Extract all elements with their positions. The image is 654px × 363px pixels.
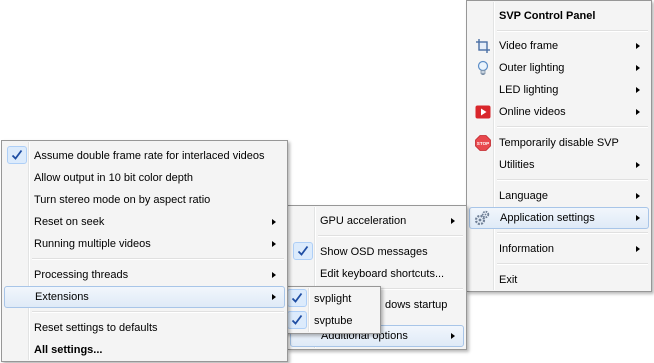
stop-sign-icon: STOP	[475, 135, 491, 151]
submenu-arrow-icon	[636, 87, 640, 93]
checkmark-icon	[287, 311, 307, 329]
menu-item-label: All settings...	[34, 344, 103, 356]
menu-item-application-settings[interactable]: Application settings	[469, 207, 649, 229]
additional-options-submenu: Assume double frame rate for interlaced …	[1, 140, 288, 362]
submenu-arrow-icon	[272, 219, 276, 225]
menu-item-label: Turn stereo mode on by aspect ratio	[34, 194, 211, 206]
submenu-arrow-icon	[636, 43, 640, 49]
menu-item-label: Running multiple videos	[34, 238, 151, 250]
separator	[497, 232, 648, 234]
menu-item-extensions[interactable]: Extensions	[4, 286, 285, 308]
separator	[497, 30, 648, 32]
checkmark-icon	[287, 289, 307, 307]
menu-item-label: dows startup	[385, 299, 448, 311]
menu-item-label: svplight	[314, 293, 352, 305]
separator	[497, 126, 648, 128]
menu-item-label: Online videos	[499, 106, 566, 118]
submenu-arrow-icon	[636, 246, 640, 252]
svp-control-panel-menu: SVP Control Panel Video frame Outer ligh…	[466, 0, 652, 292]
menu-item-assume-double-frame-rate[interactable]: Assume double frame rate for interlaced …	[4, 145, 285, 167]
menu-item-online-videos[interactable]: Online videos	[469, 101, 649, 123]
menu-item-outer-lighting[interactable]: Outer lighting	[469, 57, 649, 79]
menu-item-information[interactable]: Information	[469, 238, 649, 260]
control-panel-title-text: SVP Control Panel	[499, 10, 596, 22]
menu-item-label: Edit keyboard shortcuts...	[320, 268, 445, 280]
crop-frame-icon	[475, 38, 491, 54]
separator	[32, 311, 284, 313]
submenu-arrow-icon	[636, 109, 640, 115]
separator	[497, 179, 648, 181]
submenu-arrow-icon	[451, 218, 455, 224]
menu-item-utilities[interactable]: Utilities	[469, 154, 649, 176]
menu-item-label: GPU acceleration	[320, 215, 407, 227]
menu-item-svplight[interactable]: svplight	[284, 288, 378, 310]
menu-item-video-frame[interactable]: Video frame	[469, 35, 649, 57]
menu-item-led-lighting[interactable]: LED lighting	[469, 79, 649, 101]
menu-item-exit[interactable]: Exit	[469, 269, 649, 291]
submenu-arrow-icon	[272, 294, 276, 300]
menu-item-reset-settings[interactable]: Reset settings to defaults	[4, 317, 285, 339]
checkmark-icon	[293, 242, 313, 260]
control-panel-title: SVP Control Panel	[469, 5, 649, 27]
play-icon	[475, 104, 491, 120]
light-bulb-icon	[475, 60, 491, 76]
menu-item-label: Information	[499, 243, 555, 255]
submenu-arrow-icon	[272, 241, 276, 247]
menu-item-show-osd-messages[interactable]: Show OSD messages	[290, 241, 464, 263]
menu-item-edit-keyboard-shortcuts[interactable]: Edit keyboard shortcuts...	[290, 263, 464, 285]
menu-item-label: Allow output in 10 bit color depth	[34, 172, 193, 184]
menu-item-label: Extensions	[35, 291, 89, 303]
menu-item-label: Assume double frame rate for interlaced …	[34, 150, 265, 162]
submenu-arrow-icon	[636, 162, 640, 168]
menu-item-svptube[interactable]: svptube	[284, 310, 378, 332]
checkmark-icon	[7, 146, 27, 164]
menu-item-label: Utilities	[499, 159, 535, 171]
menu-item-label: Exit	[499, 274, 518, 286]
submenu-arrow-icon	[272, 272, 276, 278]
menu-item-all-settings[interactable]: All settings...	[4, 339, 285, 361]
gear-icon	[474, 210, 490, 226]
menu-item-label: Application settings	[500, 212, 595, 224]
menu-item-processing-threads[interactable]: Processing threads	[4, 264, 285, 286]
menu-item-label: Language	[499, 190, 548, 202]
menu-item-label: Temporarily disable SVP	[499, 137, 619, 149]
menu-item-label: svptube	[314, 315, 353, 327]
menu-item-turn-stereo-mode[interactable]: Turn stereo mode on by aspect ratio	[4, 189, 285, 211]
menu-item-temporarily-disable[interactable]: STOP Temporarily disable SVP	[469, 132, 649, 154]
menu-item-label: Processing threads	[34, 269, 129, 281]
menu-item-label: Video frame	[499, 40, 559, 52]
menu-item-running-multiple-videos[interactable]: Running multiple videos	[4, 233, 285, 255]
menu-item-language[interactable]: Language	[469, 185, 649, 207]
submenu-arrow-icon	[451, 333, 455, 339]
separator	[497, 263, 648, 265]
menu-item-reset-on-seek[interactable]: Reset on seek	[4, 211, 285, 233]
submenu-arrow-icon	[636, 215, 640, 221]
menu-item-label: Reset settings to defaults	[34, 322, 158, 334]
separator	[318, 235, 463, 237]
stop-sign-text: STOP	[477, 141, 489, 146]
submenu-arrow-icon	[636, 193, 640, 199]
menu-item-label: Reset on seek	[34, 216, 105, 228]
extensions-submenu: svplight svptube	[281, 286, 381, 334]
menu-item-label: LED lighting	[499, 84, 559, 96]
menu-item-gpu-acceleration[interactable]: GPU acceleration	[290, 210, 464, 232]
separator	[32, 258, 284, 260]
menu-item-label: Show OSD messages	[320, 246, 428, 258]
menu-item-allow-output-10bit[interactable]: Allow output in 10 bit color depth	[4, 167, 285, 189]
menu-item-label: Outer lighting	[499, 62, 565, 74]
submenu-arrow-icon	[636, 65, 640, 71]
